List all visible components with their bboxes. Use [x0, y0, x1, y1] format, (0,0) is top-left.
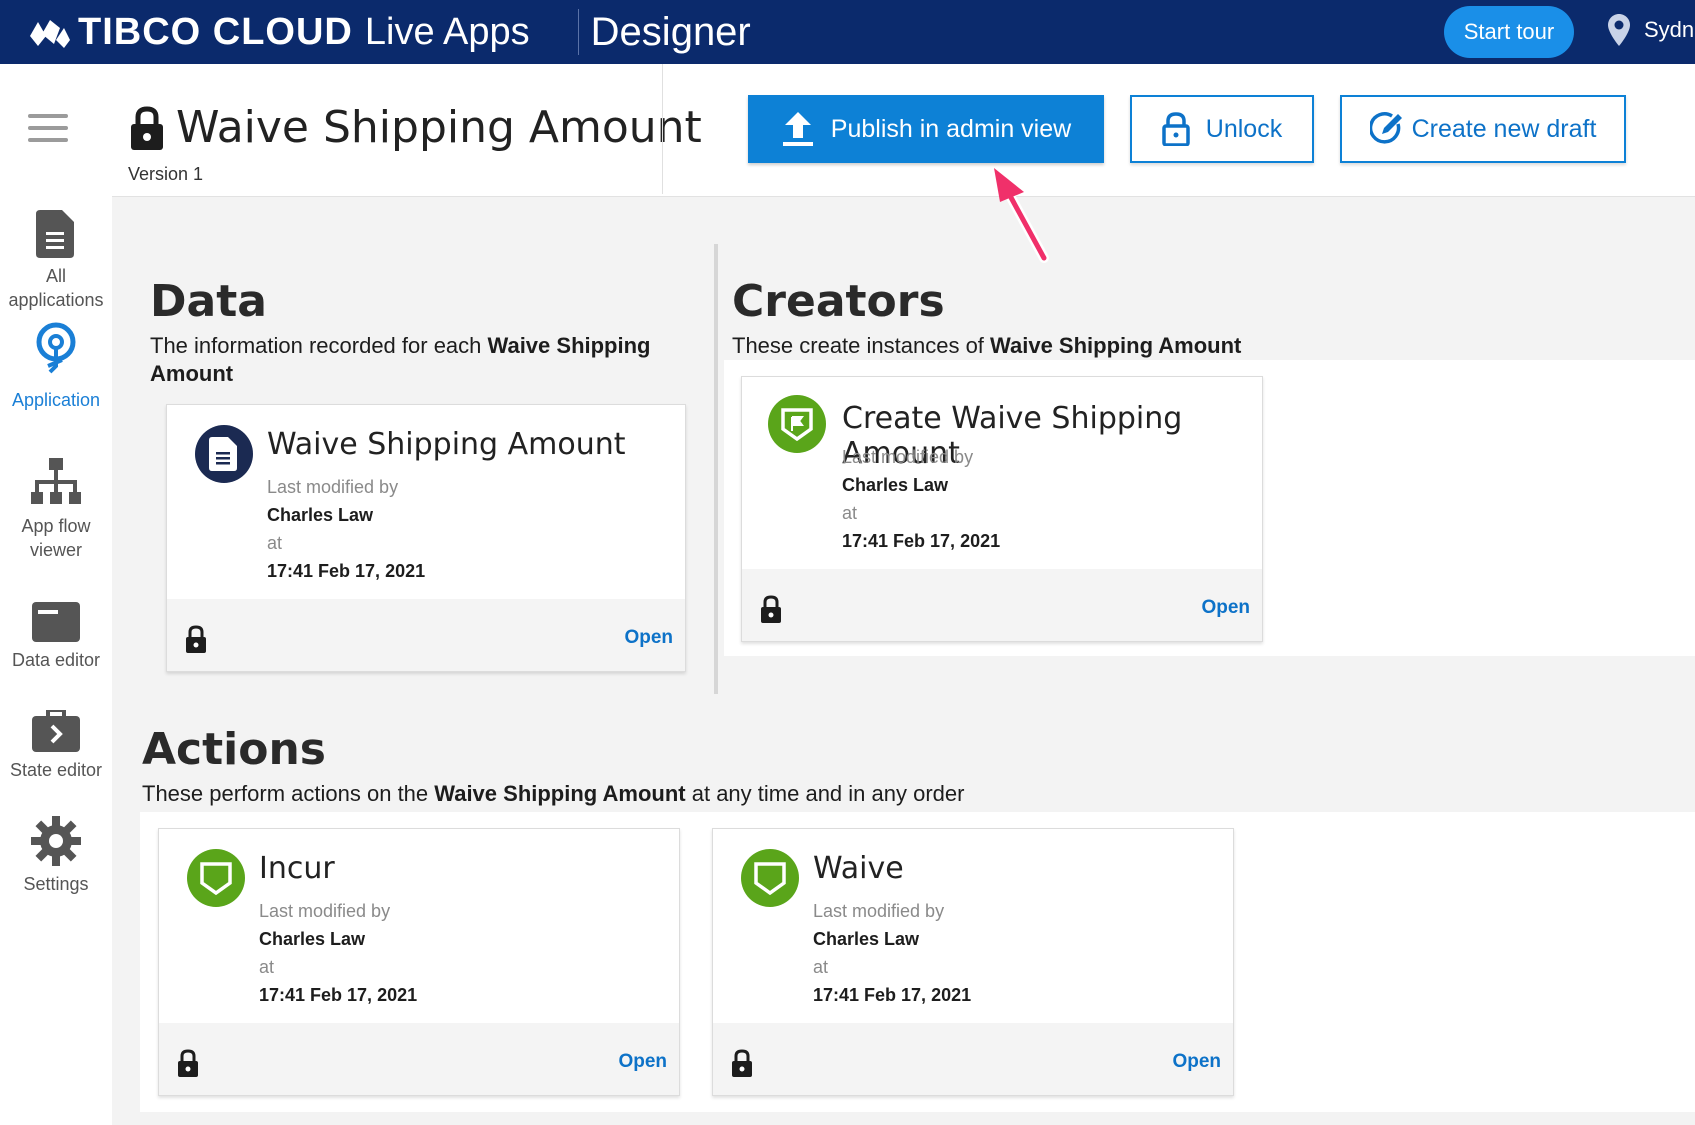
lock-icon [186, 625, 206, 653]
sidebar-item-settings[interactable]: Settings [0, 816, 112, 896]
timestamp: 17:41 Feb 17, 2021 [267, 561, 426, 581]
location-pin-icon [1608, 14, 1630, 46]
version-label: Version 1 [128, 164, 204, 184]
modified-label: Last modified by [267, 477, 399, 497]
edit-draft-icon [1369, 112, 1402, 144]
sidebar-item-label: App flow viewer [21, 516, 91, 560]
gear-icon [31, 816, 81, 866]
location-label: Sydn [1644, 17, 1695, 42]
timestamp: 17:41 Feb 17, 2021 [259, 985, 418, 1005]
brand-name: TIBCO CLOUD [78, 10, 353, 53]
annotation-arrow-icon [994, 168, 1049, 263]
at-label: at [267, 533, 283, 553]
brand-product: Live Apps [364, 10, 530, 53]
lightbulb-icon [36, 322, 76, 374]
open-link[interactable]: Open [624, 627, 673, 649]
open-link[interactable]: Open [1172, 1051, 1221, 1073]
unlock-icon [1162, 112, 1190, 146]
modified-by: Charles Law [842, 475, 949, 495]
timestamp: 17:41 Feb 17, 2021 [842, 531, 1001, 551]
at-label: at [842, 503, 858, 523]
location-selector[interactable]: Sydn [1608, 14, 1694, 46]
creator-flag-icon [768, 395, 826, 453]
action-card-incur[interactable]: Incur Last modified by Charles Law at 17… [158, 828, 680, 1096]
card-title: Waive [813, 851, 904, 886]
sidebar-item-data-editor[interactable]: Data editor [0, 602, 112, 672]
document-icon [36, 210, 74, 258]
sidebar-item-label: All applications [8, 266, 104, 310]
at-label: at [813, 957, 829, 977]
modified-label: Last modified by [842, 447, 974, 467]
at-label: at [259, 957, 275, 977]
menu-icon[interactable] [28, 114, 68, 144]
lock-icon [131, 105, 163, 150]
create-draft-button[interactable]: Create new draft [1340, 95, 1626, 163]
data-record-icon [195, 425, 253, 483]
top-bar: TIBCO CLOUD Live Apps Designer [0, 0, 1695, 64]
card-icon [32, 602, 80, 642]
sidebar-item-label: State editor [9, 760, 103, 780]
tibco-logo: TIBCO CLOUD Live Apps [20, 11, 530, 54]
action-shield-icon [741, 849, 799, 907]
actions-desc-bold: Waive Shipping Amount [434, 781, 686, 806]
actions-desc-text: These perform actions on the [142, 781, 435, 806]
sidebar-item-app-flow-viewer[interactable]: App flow viewer [0, 458, 112, 562]
creators-desc-bold: Waive Shipping Amount [990, 333, 1242, 358]
data-section-description: The information recorded for each Waive … [150, 332, 670, 388]
page-title-group: Waive Shipping Amount [130, 102, 702, 153]
actions-section-heading: Actions [142, 724, 326, 775]
modified-label: Last modified by [813, 901, 945, 921]
data-desc-text: The information recorded for each [150, 333, 488, 358]
card-footer: Open [713, 1023, 1233, 1095]
sidebar-item-all-applications[interactable]: All applications [0, 210, 112, 312]
column-divider [714, 244, 718, 694]
unlock-button-label: Unlock [1205, 114, 1283, 143]
header-divider [662, 64, 663, 194]
creator-card[interactable]: Create Waive Shipping Amount Last modifi… [741, 376, 1263, 642]
creators-desc-text: These create instances of [732, 333, 991, 358]
create-draft-button-label: Create new draft [1411, 114, 1597, 143]
start-tour-button[interactable]: Start tour [1444, 6, 1574, 58]
card-footer: Open [167, 599, 685, 671]
section-title: Designer [590, 9, 751, 54]
sidebar: All applications Application App flow vi… [0, 64, 112, 1125]
data-section-heading: Data [150, 276, 267, 327]
actions-section-description: These perform actions on the Waive Shipp… [142, 780, 964, 808]
card-footer: Open [742, 569, 1262, 641]
card-footer: Open [159, 1023, 679, 1095]
sidebar-item-state-editor[interactable]: State editor [0, 710, 112, 782]
publish-button[interactable]: Publish in admin view [748, 95, 1104, 163]
action-shield-icon [187, 849, 245, 907]
publish-button-label: Publish in admin view [830, 114, 1072, 143]
modified-by: Charles Law [259, 929, 366, 949]
unlock-button[interactable]: Unlock [1130, 95, 1314, 163]
page-title: Waive Shipping Amount [176, 102, 702, 153]
timestamp: 17:41 Feb 17, 2021 [813, 985, 972, 1005]
creators-section-description: These create instances of Waive Shipping… [732, 332, 1241, 360]
briefcase-icon [32, 710, 80, 752]
action-card-waive[interactable]: Waive Last modified by Charles Law at 17… [712, 828, 1234, 1096]
lock-icon [732, 1049, 752, 1077]
upload-icon [782, 112, 813, 146]
modified-by: Charles Law [813, 929, 920, 949]
tibco-logo-icon [30, 20, 70, 48]
card-title: Incur [259, 851, 335, 886]
card-title: Waive Shipping Amount [267, 427, 626, 462]
sidebar-item-label: Settings [23, 874, 89, 894]
modified-by: Charles Law [267, 505, 374, 525]
creators-section-heading: Creators [732, 276, 945, 327]
topbar-divider [577, 9, 579, 55]
lock-icon [761, 595, 781, 623]
actions-desc-suffix: at any time and in any order [685, 781, 965, 806]
modified-label: Last modified by [259, 901, 391, 921]
sidebar-item-label: Application [11, 390, 101, 410]
sidebar-item-application[interactable]: Application [0, 322, 112, 412]
sitemap-icon [31, 458, 81, 504]
lock-icon [178, 1049, 198, 1077]
data-card[interactable]: Waive Shipping Amount Last modified by C… [166, 404, 686, 672]
open-link[interactable]: Open [1201, 597, 1250, 619]
sidebar-item-label: Data editor [11, 650, 101, 670]
open-link[interactable]: Open [618, 1051, 667, 1073]
